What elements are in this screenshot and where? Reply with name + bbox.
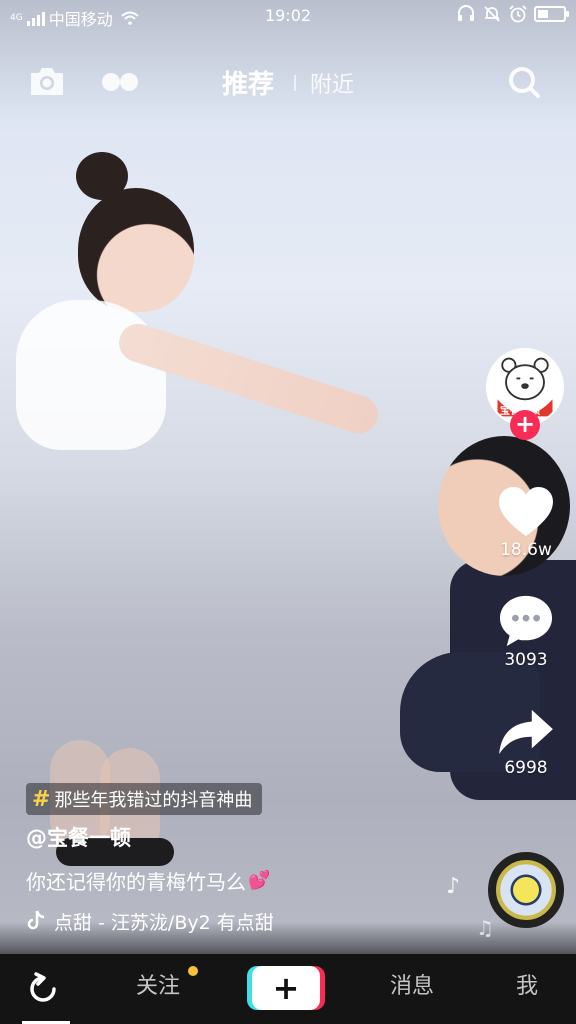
floating-note-icon-small: ♫ — [476, 916, 494, 940]
follow-plus-button[interactable]: + — [510, 410, 540, 440]
tab-follow[interactable]: 关注 — [136, 968, 180, 1000]
add-plus-icon: + — [272, 969, 300, 1007]
like-count: 18.6w — [500, 540, 552, 560]
video-caption: 你还记得你的青梅竹马么 💕 — [26, 866, 270, 895]
refresh-icon[interactable] — [26, 972, 60, 1006]
alarm-icon — [509, 5, 527, 23]
comment-count: 3093 — [504, 650, 548, 670]
bottom-tab-bar: 关注 + 消息 我 — [0, 954, 576, 1024]
tiktok-note-icon — [27, 910, 45, 930]
music-disc-icon[interactable] — [488, 852, 564, 928]
author-name[interactable]: @宝餐一顿 — [26, 822, 131, 852]
tab-me[interactable]: 我 — [516, 968, 538, 1000]
video-figure-girl — [0, 140, 420, 480]
hashtag-chip[interactable]: # 那些年我错过的抖音神曲 — [26, 783, 263, 815]
tab-recommend[interactable]: 推荐 — [222, 64, 274, 101]
caption-text: 你还记得你的青梅竹马么 — [26, 870, 246, 894]
comment-button[interactable]: 3093 — [486, 594, 566, 670]
tab-nearby[interactable]: 附近 — [310, 67, 354, 99]
tab-messages[interactable]: 消息 — [390, 968, 434, 1000]
tab-divider — [294, 74, 296, 91]
share-count: 6998 — [504, 758, 548, 778]
search-icon[interactable] — [506, 64, 542, 100]
comment-bubble-icon — [499, 595, 553, 647]
girl-head — [78, 188, 194, 312]
share-button[interactable]: 6998 — [486, 708, 566, 778]
heart-icon — [499, 486, 553, 537]
mute-bell-icon — [484, 6, 500, 22]
heart-emoji-icon: 💕 — [248, 870, 271, 891]
battery-icon — [534, 6, 569, 22]
status-right — [456, 4, 569, 24]
share-arrow-icon — [499, 709, 553, 755]
music-title: 点甜 - 汪苏泷/By2 有点甜 — [54, 911, 274, 934]
hashtag-text: 那些年我错过的抖音神曲 — [54, 790, 253, 811]
floating-note-icon: ♪ — [446, 874, 461, 899]
top-nav: 推荐 附近 — [0, 56, 576, 108]
girl-dress — [16, 300, 166, 450]
like-button[interactable]: 18.6w — [486, 486, 566, 560]
follow-notification-dot — [188, 966, 198, 976]
hashtag-icon: # — [32, 786, 51, 812]
feed-tabs: 推荐 附近 — [0, 64, 576, 101]
headset-icon — [458, 5, 474, 21]
status-bar: 4G 中国移动 19:02 — [0, 0, 576, 32]
music-row[interactable]: 点甜 - 汪苏泷/By2 有点甜 — [26, 906, 316, 936]
add-video-button[interactable]: + — [252, 966, 320, 1010]
